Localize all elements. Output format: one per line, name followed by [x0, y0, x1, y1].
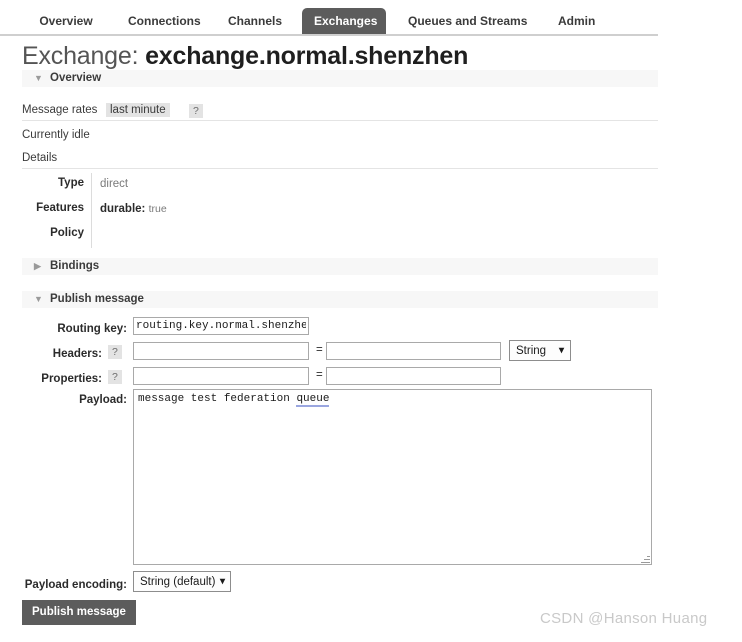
message-rates-help-icon[interactable]: ? — [189, 104, 203, 118]
properties-name-input[interactable] — [133, 367, 309, 385]
details-row-features: Features durable: true — [22, 198, 422, 226]
details-value: direct — [100, 178, 129, 190]
properties-label: Properties: — [41, 373, 102, 385]
payload-encoding-label: Payload encoding: — [24, 579, 127, 591]
chevron-down-icon: ▾ — [219, 576, 225, 587]
headers-label: Headers: — [52, 348, 102, 360]
headers-value-input[interactable] — [326, 342, 501, 360]
message-rates-row: Message rates last minute ? — [22, 103, 658, 121]
details-key: Type — [58, 177, 84, 189]
properties-value-input[interactable] — [326, 367, 501, 385]
payload-text-misspelled-word: queue — [296, 393, 330, 407]
message-rates-label: Message rates — [22, 104, 98, 116]
page-title: Exchange: exchange.normal.shenzhen — [22, 42, 468, 71]
headers-type-select[interactable]: String ▾ — [509, 340, 571, 361]
nav-tab-connections[interactable]: Connections — [116, 8, 206, 34]
properties-help-icon[interactable]: ? — [108, 370, 122, 384]
details-label: Details — [22, 152, 58, 164]
routing-key-input[interactable] — [133, 317, 309, 335]
chevron-down-icon: ▼ — [34, 294, 43, 304]
section-header-bindings[interactable]: ▶ Bindings — [22, 258, 658, 275]
publish-message-button[interactable]: Publish message — [22, 600, 136, 625]
currently-idle-status: Currently idle — [22, 129, 90, 141]
chevron-down-icon: ▾ — [558, 345, 564, 356]
details-divider — [91, 173, 92, 198]
details-row-policy: Policy — [22, 223, 422, 251]
headers-name-input[interactable] — [133, 342, 309, 360]
details-key: Features — [36, 202, 84, 214]
payload-textarea[interactable]: message test federation queue — [133, 389, 652, 565]
nav-tab-admin[interactable]: Admin — [546, 8, 606, 34]
headers-equals-sign: = — [316, 344, 323, 356]
details-value: durable: true — [100, 202, 167, 217]
payload-text-plain: message test federation — [138, 393, 297, 405]
section-header-publish-message[interactable]: ▼ Publish message — [22, 291, 658, 308]
nav-tab-queues-and-streams[interactable]: Queues and Streams — [396, 8, 536, 34]
section-header-publish-message-label: Publish message — [50, 293, 144, 305]
payload-encoding-select-value: String (default) — [140, 576, 216, 588]
details-divider — [91, 223, 92, 248]
routing-key-label: Routing key: — [57, 323, 127, 335]
headers-help-icon[interactable]: ? — [108, 345, 122, 359]
headers-type-select-value: String — [516, 345, 547, 357]
page-title-prefix: Exchange: — [22, 42, 139, 70]
details-divider — [91, 198, 92, 223]
section-header-overview-label: Overview — [50, 72, 102, 84]
nav-tab-channels[interactable]: Channels — [216, 8, 292, 34]
details-row: Details — [22, 152, 658, 169]
details-feature-key: durable: — [100, 203, 146, 215]
section-header-bindings-label: Bindings — [50, 260, 100, 272]
details-row-type: Type direct — [22, 173, 422, 201]
nav-tab-overview[interactable]: Overview — [26, 8, 106, 34]
section-header-overview[interactable]: ▼ Overview — [22, 70, 658, 87]
resize-grip-icon[interactable] — [640, 553, 650, 563]
exchange-details-table: Type direct Features durable: true Policy — [22, 173, 422, 251]
message-rates-period-selector[interactable]: last minute — [106, 103, 170, 117]
watermark: CSDN @Hanson Huang — [540, 610, 708, 627]
chevron-right-icon: ▶ — [34, 261, 41, 271]
details-feature-value: true — [148, 203, 167, 215]
page-title-exchange-name: exchange.normal.shenzhen — [145, 42, 469, 70]
properties-equals-sign: = — [316, 369, 323, 381]
payload-text-content: message test federation queue — [138, 392, 330, 407]
payload-label: Payload: — [79, 394, 127, 406]
main-navigation-tabs: Overview Connections Channels Exchanges Queu… — [0, 8, 658, 36]
nav-tab-exchanges[interactable]: Exchanges — [302, 8, 386, 34]
chevron-down-icon: ▼ — [34, 73, 43, 83]
payload-encoding-select[interactable]: String (default) ▾ — [133, 571, 231, 592]
details-key: Policy — [50, 227, 84, 239]
